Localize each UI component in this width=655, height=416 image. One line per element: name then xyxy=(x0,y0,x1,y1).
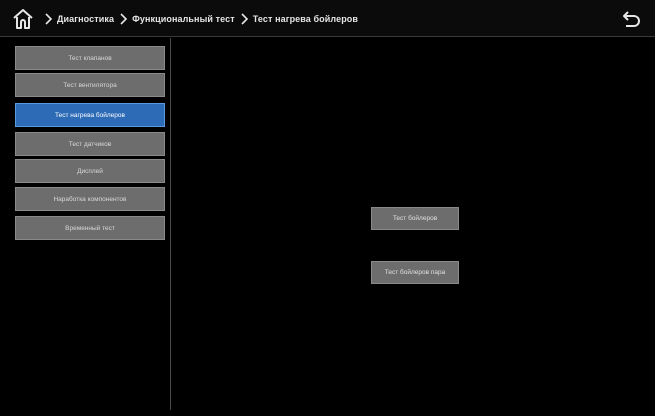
breadcrumb-item-functional-test[interactable]: Функциональный тест xyxy=(132,14,235,24)
sidebar-item-valve-test[interactable]: Тест клапанов xyxy=(15,46,165,70)
chevron-right-icon xyxy=(240,13,250,25)
back-arrow-icon[interactable] xyxy=(620,8,642,30)
sidebar: Тест клапанов Тест вентилятора Тест нагр… xyxy=(6,38,171,410)
sidebar-item-fan-test[interactable]: Тест вентилятора xyxy=(15,73,165,97)
steam-boiler-test-button[interactable]: Тест бойлеров пара xyxy=(371,261,459,284)
chevron-right-icon xyxy=(44,13,54,25)
breadcrumb-item-diagnostics[interactable]: Диагностика xyxy=(57,14,114,24)
sidebar-item-temporary-test[interactable]: Временный тест xyxy=(15,216,165,240)
sidebar-item-display[interactable]: Дисплей xyxy=(15,159,165,183)
breadcrumb: Диагностика Функциональный тест Тест наг… xyxy=(44,12,363,26)
chevron-right-icon xyxy=(119,13,129,25)
sidebar-item-boiler-heating-test[interactable]: Тест нагрева бойлеров xyxy=(15,103,165,127)
top-bar: Диагностика Функциональный тест Тест наг… xyxy=(0,0,655,37)
boiler-test-button[interactable]: Тест бойлеров xyxy=(371,207,459,230)
breadcrumb-item-boiler-heating-test: Тест нагрева бойлеров xyxy=(252,14,359,24)
main-panel: Тест бойлеров Тест бойлеров пара xyxy=(172,38,649,410)
app-screen: Диагностика Функциональный тест Тест наг… xyxy=(0,0,655,416)
sidebar-item-sensor-test[interactable]: Тест датчиков xyxy=(15,132,165,156)
home-icon[interactable] xyxy=(11,7,35,31)
sidebar-item-component-runtime[interactable]: Наработка компонентов xyxy=(15,187,165,211)
